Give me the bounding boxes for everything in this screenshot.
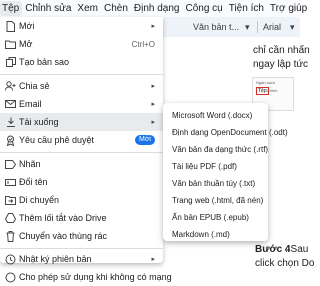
menu-divider <box>0 152 163 153</box>
menu-item-label: Yêu cầu phê duyệt <box>19 135 95 145</box>
paragraph-style-select[interactable]: Văn bản t... <box>193 21 239 33</box>
menu-item-move[interactable]: Di chuyển <box>0 191 163 209</box>
download-icon <box>5 117 16 128</box>
menu-view[interactable]: Xem <box>74 1 101 16</box>
menu-item-download[interactable]: Tải xuống ▸ <box>0 113 163 131</box>
dropdown-arrow-icon[interactable]: ▾ <box>290 21 295 33</box>
download-epub[interactable]: Ấn bản EPUB (.epub) <box>163 209 268 226</box>
menu-file[interactable]: Tệp <box>0 1 23 16</box>
menu-item-offline[interactable]: Cho phép sử dụng khi không có mạng <box>0 268 172 286</box>
menu-item-email[interactable]: Email ▸ <box>0 95 163 113</box>
menu-item-version-history[interactable]: Nhật ký phiên bản ▸ <box>0 250 163 268</box>
drive-shortcut-icon <box>5 213 16 224</box>
download-txt[interactable]: Văn bản thuần túy (.txt) <box>163 175 268 192</box>
menu-divider <box>0 248 163 249</box>
download-md[interactable]: Markdown (.md) <box>163 226 268 243</box>
offline-icon <box>5 272 16 283</box>
menu-item-open[interactable]: Mở Ctrl+O <box>0 35 163 53</box>
menu-tools[interactable]: Công cụ <box>182 1 225 16</box>
chevron-right-icon: ▸ <box>151 83 155 90</box>
new-badge: Mới <box>135 135 155 145</box>
toolbar-divider <box>257 21 258 33</box>
formatting-toolbar: Văn bản t... ▾ Arial ▾ <box>163 17 300 37</box>
chevron-right-icon: ▸ <box>151 23 155 30</box>
menu-item-approvals[interactable]: Yêu cầu phê duyệt Mới <box>0 131 163 149</box>
download-odt[interactable]: Định dạng OpenDocument (.odt) <box>163 124 288 141</box>
thumb-title: Ngân sách <box>256 80 276 85</box>
menu-item-label: Email <box>19 99 42 109</box>
menu-item-add-shortcut[interactable]: Thêm lối tắt vào Drive <box>0 209 163 227</box>
thumb-sub: Chỉnh <box>267 88 278 93</box>
doc-text-line: . Sau <box>285 244 309 255</box>
menu-item-label: Tạo bản sao <box>19 57 70 67</box>
menu-item-rename[interactable]: Đổi tên <box>0 173 163 191</box>
doc-text-line: chỉ cần nhấn <box>253 45 310 56</box>
menu-item-label: Thêm lối tắt vào Drive <box>19 213 107 223</box>
menu-insert[interactable]: Chèn <box>101 1 131 16</box>
rename-icon <box>5 177 16 188</box>
menu-extensions[interactable]: Tiện ích <box>226 1 267 16</box>
menu-item-move-trash[interactable]: Chuyển vào thùng rác <box>0 227 163 245</box>
mail-icon <box>5 99 16 110</box>
menu-edit[interactable]: Chỉnh sửa <box>22 1 74 16</box>
menu-item-label: Nhãn <box>19 159 41 169</box>
move-folder-icon <box>5 195 16 206</box>
doc-text-line: ngay lập tức <box>253 59 309 70</box>
font-select[interactable]: Arial <box>263 21 281 33</box>
menu-item-label: Chia sẻ <box>19 81 50 91</box>
download-pdf[interactable]: Tài liệu PDF (.pdf) <box>163 158 268 175</box>
folder-open-icon <box>5 39 16 50</box>
menu-item-new[interactable]: Mới ▸ <box>0 17 163 35</box>
menu-format[interactable]: Định dạng <box>131 1 183 16</box>
chevron-right-icon: ▸ <box>151 256 155 263</box>
download-rtf[interactable]: Văn bản đa dạng thức (.rtf) <box>163 141 268 158</box>
download-submenu: Microsoft Word (.docx) Định dạng OpenDoc… <box>163 103 288 243</box>
menu-divider <box>0 74 163 75</box>
person-add-icon <box>5 81 16 92</box>
approval-icon <box>5 135 16 146</box>
file-menu: Mới ▸ Mở Ctrl+O Tạo bản sao Chia sẻ ▸ Em… <box>0 17 172 282</box>
menu-item-label: Chuyển vào thùng rác <box>19 231 108 241</box>
menu-bar: Tệp Chỉnh sửa Xem Chèn Định dạng Công cụ… <box>0 0 307 17</box>
chevron-right-icon: ▸ <box>151 119 155 126</box>
dropdown-arrow-icon[interactable]: ▾ <box>245 21 250 33</box>
menu-item-label: Mới <box>19 21 35 31</box>
copy-icon <box>5 57 16 68</box>
doc-text-line: click chọn Do <box>255 258 315 269</box>
label-tag-icon <box>5 159 16 170</box>
menu-item-labels[interactable]: Nhãn <box>0 155 163 173</box>
menu-item-label: Đổi tên <box>19 177 48 187</box>
document-icon <box>5 20 16 32</box>
menu-item-make-copy[interactable]: Tạo bản sao <box>0 53 163 71</box>
menu-item-share[interactable]: Chia sẻ ▸ <box>0 77 163 95</box>
download-html[interactable]: Trang web (.html, đã nén) <box>163 192 268 209</box>
shortcut-label: Ctrl+O <box>131 39 155 49</box>
trash-icon <box>5 230 16 242</box>
menu-help[interactable]: Trợ giúp <box>267 1 310 16</box>
menu-item-label: Cho phép sử dụng khi không có mạng <box>19 272 172 282</box>
chevron-right-icon: ▸ <box>151 101 155 108</box>
menu-item-label: Di chuyển <box>19 195 60 205</box>
menu-item-label: Mở <box>19 39 33 49</box>
menu-item-label: Tải xuống <box>19 117 59 127</box>
download-docx[interactable]: Microsoft Word (.docx) <box>163 107 268 124</box>
